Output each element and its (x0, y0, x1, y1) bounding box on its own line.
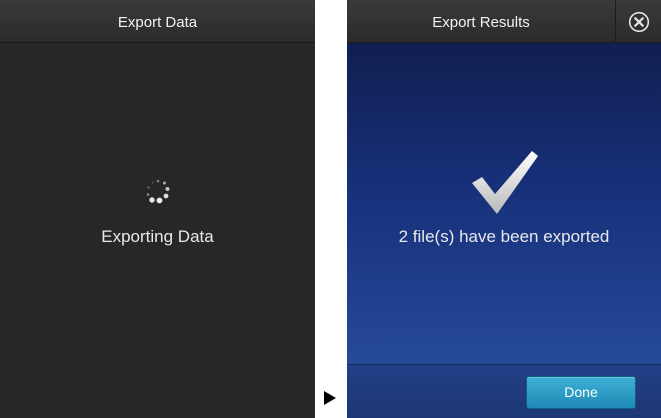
loading-spinner-icon (146, 179, 170, 204)
export-results-screen: Export Results 2 file(s) have been expor… (347, 0, 661, 418)
checkmark-icon (472, 151, 538, 214)
export-results-message: 2 file(s) have been exported (398, 227, 610, 246)
exporting-status-text: Exporting Data (101, 227, 214, 246)
export-data-screen: Export Data Exporting Data (0, 0, 315, 418)
close-button[interactable] (615, 0, 661, 43)
bottom-action-bar: Done (347, 364, 661, 418)
export-results-title: Export Results (432, 14, 530, 31)
done-button[interactable]: Done (526, 376, 636, 409)
play-arrow-icon (324, 391, 336, 405)
export-results-titlebar: Export Results (347, 0, 661, 43)
export-data-titlebar: Export Data (0, 0, 315, 43)
close-icon (628, 11, 649, 32)
export-data-title: Export Data (117, 14, 198, 31)
